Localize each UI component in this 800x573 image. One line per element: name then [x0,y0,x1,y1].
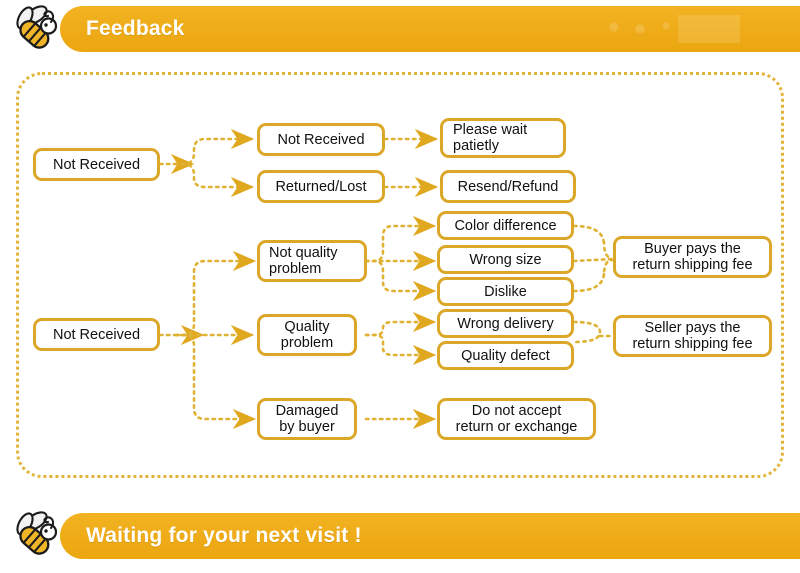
node-label: Color difference [454,217,557,234]
node-label: Not Received [52,156,141,173]
node-label: Not quality problem [269,245,338,277]
node-label: Quality defect [461,347,550,364]
node-quality-problem[interactable]: Quality problem [257,314,357,356]
node-label: Resend/Refund [457,178,559,195]
node-wrong-delivery[interactable]: Wrong delivery [437,309,574,338]
node-not-quality-problem[interactable]: Not quality problem [257,240,367,282]
node-label: Dislike [484,283,527,300]
node-label: Damaged by buyer [275,403,339,435]
node-dislike[interactable]: Dislike [437,277,574,306]
node-do-not-accept[interactable]: Do not accept return or exchange [437,398,596,440]
node-please-wait[interactable]: Please wait patietly [440,118,566,158]
bee-icon [16,5,58,49]
node-label: Not Received [277,131,365,148]
header-watermark [600,15,745,43]
node-damaged-by-buyer[interactable]: Damaged by buyer [257,398,357,440]
node-root2[interactable]: Not Received [33,318,160,351]
node-label: Please wait patietly [453,122,528,154]
header-banner: Feedback [0,6,800,52]
footer-title: Waiting for your next visit ! [86,524,362,547]
page-root: Feedback Not Received Not Received Retur… [0,0,800,573]
node-label: Do not accept return or exchange [455,403,578,435]
node-resend-refund[interactable]: Resend/Refund [440,170,576,203]
node-wrong-size[interactable]: Wrong size [437,245,574,274]
node-buyer-pays[interactable]: Buyer pays the return shipping fee [613,236,772,278]
node-label: Wrong size [469,251,542,268]
node-quality-defect[interactable]: Quality defect [437,341,574,370]
node-label: Buyer pays the return shipping fee [632,241,753,273]
node-not-received[interactable]: Not Received [257,123,385,156]
page-title: Feedback [86,17,185,40]
node-root1[interactable]: Not Received [33,148,160,181]
node-label: Wrong delivery [457,315,554,332]
node-label: Not Received [52,326,141,343]
footer-banner: Waiting for your next visit ! [0,513,800,559]
node-returned-lost[interactable]: Returned/Lost [257,170,385,203]
node-label: Seller pays the return shipping fee [632,320,753,352]
node-seller-pays[interactable]: Seller pays the return shipping fee [613,315,772,357]
node-label: Returned/Lost [275,178,367,195]
node-label: Quality problem [280,319,334,351]
bee-icon [16,511,58,555]
node-color-difference[interactable]: Color difference [437,211,574,240]
